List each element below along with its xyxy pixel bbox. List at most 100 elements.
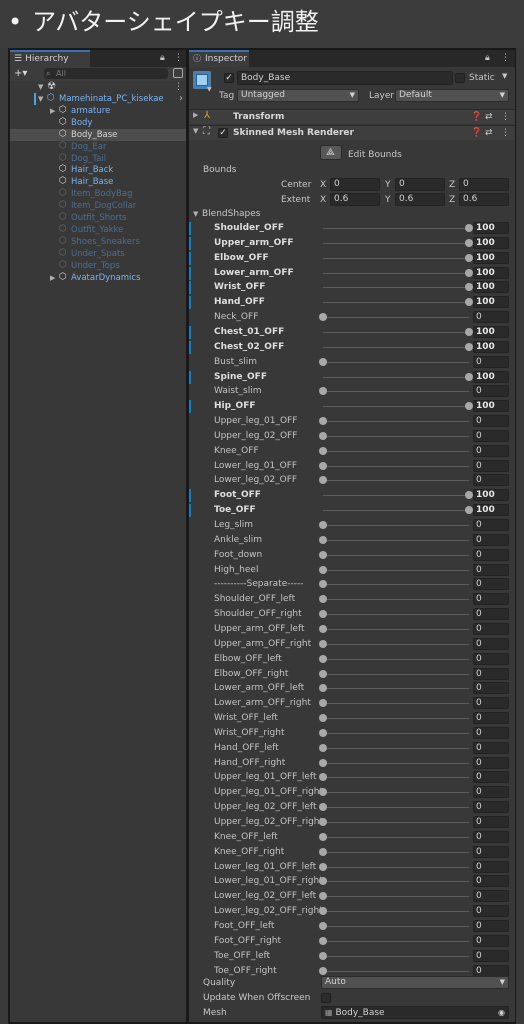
blendshape-value-field[interactable]: 0 [473,533,509,546]
slider-handle[interactable] [465,491,473,500]
slider-handle[interactable] [319,446,327,455]
blendshape-slider[interactable] [323,495,469,497]
blendshape-value-field[interactable]: 0 [473,786,509,799]
blendshape-slider[interactable] [323,866,469,868]
hierarchy-item[interactable]: ⬡ Hair_Base [10,176,186,188]
blendshape-value-field[interactable]: 0 [473,652,509,665]
slider-handle[interactable] [319,936,327,945]
slider-handle[interactable] [465,402,473,411]
slider-handle[interactable] [319,699,327,708]
blendshape-slider[interactable] [323,228,469,229]
scene-visibility-icon[interactable] [173,68,183,78]
expand-arrow-icon[interactable]: ▼ [193,210,198,218]
slider-handle[interactable] [319,431,327,440]
blendshape-value-field[interactable]: 100 [473,296,509,309]
slider-handle[interactable] [319,595,327,604]
hierarchy-item[interactable]: ⬡ Outfit_Shorts [10,212,186,224]
slider-handle[interactable] [319,565,327,574]
blendshape-value-field[interactable]: 100 [473,222,509,234]
blendshape-value-field[interactable]: 0 [473,890,509,903]
hierarchy-item[interactable]: ⬡ Dog_Tail [10,153,186,165]
slider-handle[interactable] [319,847,327,856]
expand-arrow-icon[interactable]: ▼ [38,81,43,93]
blendshape-value-field[interactable]: 0 [473,697,509,710]
slider-handle[interactable] [319,803,327,812]
blendshape-value-field[interactable]: 0 [473,771,509,784]
slider-handle[interactable] [319,966,327,975]
hierarchy-item[interactable]: ▶ ⬡ AvatarDynamics [10,272,186,284]
hierarchy-item[interactable]: ▼ ⬡ Mamehinata_PC_kisekae › [10,93,186,105]
static-dropdown-icon[interactable]: ▼ [502,72,507,80]
blendshape-slider[interactable] [323,257,469,259]
blendshape-slider[interactable] [323,242,469,244]
slider-handle[interactable] [465,238,473,247]
slider-handle[interactable] [319,461,327,470]
blendshape-value-field[interactable]: 0 [473,548,509,561]
slider-handle[interactable] [319,669,327,678]
blendshape-value-field[interactable]: 100 [473,340,509,353]
hierarchy-item[interactable]: ⬡ Under_Tops [10,260,186,272]
blendshape-value-field[interactable]: 0 [473,311,509,324]
blendshape-slider[interactable] [323,762,469,764]
blendshape-value-field[interactable]: 0 [473,459,509,472]
hierarchy-item[interactable]: ⬡ Item_BodyBag [10,188,186,200]
scene-row[interactable]: ▼ ☢ ⋮ [10,81,186,93]
blendshape-value-field[interactable]: 0 [473,756,509,769]
extent-x-field[interactable]: 0.6 [330,193,380,206]
add-button[interactable]: +▾ [14,67,27,80]
blendshape-slider[interactable] [323,510,469,512]
slider-handle[interactable] [319,639,327,648]
blendshape-value-field[interactable]: 0 [473,385,509,398]
blendshape-slider[interactable] [323,911,469,913]
hierarchy-item[interactable]: ⬡ Hair_Back [10,164,186,176]
blendshape-slider[interactable] [323,822,469,823]
slider-handle[interactable] [319,921,327,930]
blendshape-value-field[interactable]: 0 [473,830,509,843]
slider-handle[interactable] [319,743,327,752]
slider-handle[interactable] [319,610,327,619]
slider-handle[interactable] [465,253,473,262]
object-active-checkbox[interactable]: ✓ [224,73,234,83]
blendshape-slider[interactable] [323,554,469,556]
blendshape-value-field[interactable]: 0 [473,964,509,977]
blendshape-slider[interactable] [323,465,469,467]
blendshape-slider[interactable] [323,881,469,883]
blendshape-slider[interactable] [323,628,469,630]
blendshape-slider[interactable] [323,421,469,423]
mesh-field[interactable]: ▦ Body_Base ◉ [321,1006,509,1019]
lock-icon[interactable]: 🔒︎ [485,50,490,67]
center-y-field[interactable]: 0 [395,178,445,191]
blendshape-slider[interactable] [323,851,469,853]
kebab-menu-icon[interactable]: ⋮ [501,111,510,123]
blendshape-slider[interactable] [323,287,469,289]
slider-handle[interactable] [319,654,327,663]
extent-z-field[interactable]: 0.6 [459,193,509,206]
blendshape-slider[interactable] [323,792,469,794]
tag-dropdown[interactable]: Untagged ▼ [237,89,359,102]
kebab-menu-icon[interactable]: ⋮ [174,50,183,67]
blendshape-slider[interactable] [323,925,469,927]
blendshape-slider[interactable] [323,391,469,393]
blendshape-value-field[interactable]: 0 [473,875,509,888]
blendshape-value-field[interactable]: 0 [473,593,509,606]
slider-handle[interactable] [319,580,327,589]
blendshape-value-field[interactable]: 0 [473,741,509,754]
slider-handle[interactable] [319,313,327,322]
blendshape-value-field[interactable]: 0 [473,919,509,932]
blendshape-value-field[interactable]: 0 [473,355,509,368]
blendshape-slider[interactable] [323,836,469,838]
blendshape-value-field[interactable]: 0 [473,637,509,650]
blendshape-slider[interactable] [323,361,469,363]
slider-handle[interactable] [319,877,327,886]
blendshape-value-field[interactable]: 0 [473,429,509,442]
slider-handle[interactable] [465,327,473,336]
search-input[interactable]: ⌕ All [44,68,168,79]
tab-inspector[interactable]: ⓘ Inspector [189,50,249,67]
slider-handle[interactable] [319,357,327,366]
slider-handle[interactable] [319,624,327,633]
blendshape-value-field[interactable]: 0 [473,712,509,725]
help-icon[interactable]: ❓ [471,111,482,123]
blendshape-value-field[interactable]: 0 [473,444,509,457]
hierarchy-item[interactable]: ⬡ Under_Spats [10,248,186,260]
blendshape-value-field[interactable]: 0 [473,845,509,858]
